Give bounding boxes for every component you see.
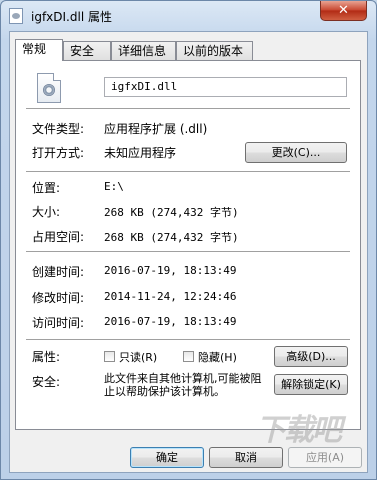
site-watermark: 下载吧 bbox=[256, 413, 342, 448]
tab-previous-versions[interactable]: 以前的版本 bbox=[176, 41, 253, 60]
file-name-field[interactable]: igfxDI.dll bbox=[104, 77, 347, 97]
size-label: 大小: bbox=[32, 205, 61, 219]
window-title: igfxDI.dll 属性 bbox=[31, 10, 112, 24]
size-on-disk-label: 占用空间: bbox=[32, 230, 85, 244]
opens-with-label: 打开方式: bbox=[32, 146, 85, 160]
security-warning-text: 此文件来自其他计算机,可能被阻止以帮助保护该计算机。 bbox=[104, 372, 262, 398]
attributes-label: 属性: bbox=[32, 350, 61, 364]
apply-button[interactable]: 应用(A) bbox=[288, 447, 362, 468]
file-type-label: 文件类型: bbox=[32, 122, 85, 136]
security-label: 安全: bbox=[32, 375, 61, 389]
advanced-button[interactable]: 高级(D)... bbox=[274, 346, 348, 367]
size-on-disk-value: 268 KB (274,432 字节) bbox=[104, 231, 239, 244]
dll-file-icon bbox=[37, 73, 61, 103]
divider bbox=[26, 171, 350, 173]
created-label: 创建时间: bbox=[32, 265, 85, 279]
divider bbox=[26, 251, 350, 253]
accessed-label: 访问时间: bbox=[32, 316, 85, 330]
close-button[interactable]: ✕ bbox=[320, 1, 367, 21]
accessed-value: 2016-07-19, 18:13:49 bbox=[104, 315, 237, 328]
hidden-checkbox[interactable] bbox=[183, 351, 194, 362]
tab-general[interactable]: 常规 bbox=[15, 39, 63, 61]
dll-file-icon bbox=[9, 8, 23, 24]
modified-label: 修改时间: bbox=[32, 291, 85, 305]
hidden-label[interactable]: 隐藏(H) bbox=[198, 349, 237, 365]
readonly-checkbox[interactable] bbox=[104, 351, 115, 362]
readonly-label[interactable]: 只读(R) bbox=[119, 349, 157, 365]
divider bbox=[26, 108, 350, 110]
tab-details[interactable]: 详细信息 bbox=[111, 41, 176, 60]
opens-with-value: 未知应用程序 bbox=[104, 146, 177, 160]
created-value: 2016-07-19, 18:13:49 bbox=[104, 264, 237, 277]
general-panel: igfxDI.dll 文件类型: 应用程序扩展 (.dll) 打开方式: 未知应… bbox=[15, 60, 361, 430]
unblock-button[interactable]: 解除锁定(K) bbox=[274, 374, 348, 395]
file-type-value: 应用程序扩展 (.dll) bbox=[104, 122, 208, 136]
modified-value: 2014-11-24, 12:24:46 bbox=[104, 290, 237, 303]
divider bbox=[26, 339, 350, 341]
location-label: 位置: bbox=[32, 181, 61, 195]
size-value: 268 KB (274,432 字节) bbox=[104, 206, 239, 219]
ok-button[interactable]: 确定 bbox=[130, 447, 204, 468]
title-bar[interactable]: igfxDI.dll 属性 ✕ bbox=[1, 1, 376, 31]
change-button[interactable]: 更改(C)... bbox=[245, 142, 347, 163]
properties-window: igfxDI.dll 属性 ✕ 常规 安全 详细信息 以前的版本 igfxDI.… bbox=[0, 0, 377, 480]
cancel-button[interactable]: 取消 bbox=[209, 447, 283, 468]
tab-security[interactable]: 安全 bbox=[63, 41, 111, 60]
location-value: E:\ bbox=[104, 180, 124, 193]
